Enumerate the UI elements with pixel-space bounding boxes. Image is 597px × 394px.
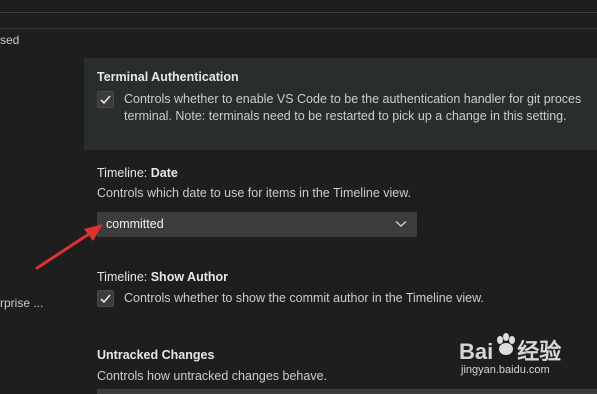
watermark-url: jingyan.baidu.com [461, 364, 550, 376]
baidu-paw-icon [497, 333, 515, 355]
baidu-watermark: Bai 经验 jingyan.baidu.com [445, 328, 597, 384]
